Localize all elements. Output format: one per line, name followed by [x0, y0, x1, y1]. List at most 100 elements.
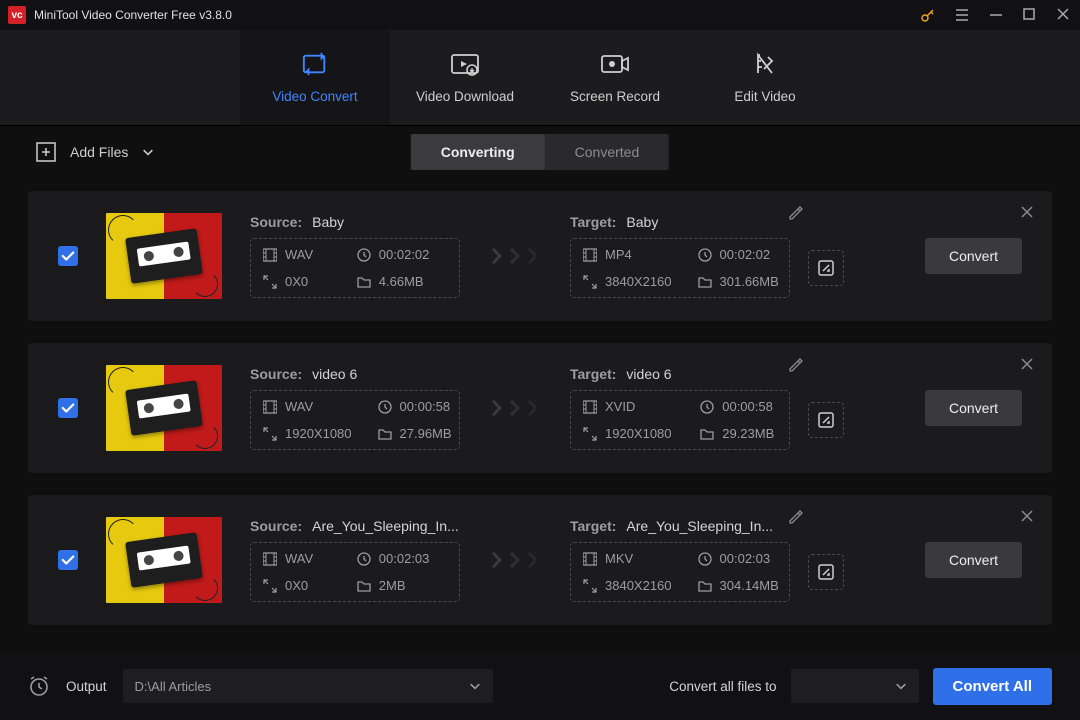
file-list: Source: Baby WAV 00:02:02 0X0 4.66MB Targ…	[0, 177, 1080, 627]
output-label: Output	[66, 679, 107, 694]
target-name: Baby	[626, 214, 658, 230]
nav-edit-video[interactable]: Edit Video	[690, 30, 840, 125]
target-label: Target:	[570, 366, 616, 382]
footer-bar: Output D:\All Articles Convert all files…	[0, 652, 1080, 720]
arrow-icon	[488, 247, 542, 265]
source-specs: WAV 00:02:03 0X0 2MB	[250, 542, 460, 602]
chevron-down-icon	[142, 144, 154, 160]
target-specs: MKV 00:02:03 3840X2160 304.14MB	[570, 542, 790, 602]
add-files-label: Add Files	[70, 144, 128, 160]
target-format: XVID	[583, 399, 674, 414]
item-checkbox[interactable]	[58, 246, 78, 266]
target-resolution: 3840X2160	[583, 274, 672, 289]
source-label: Source:	[250, 214, 302, 230]
convert-button[interactable]: Convert	[925, 238, 1022, 274]
source-format: WAV	[263, 247, 331, 262]
source-resolution: 0X0	[263, 274, 331, 289]
convert-all-button[interactable]: Convert All	[933, 668, 1052, 705]
nav-video-download[interactable]: Video Download	[390, 30, 540, 125]
add-file-icon	[36, 142, 56, 162]
target-resolution: 1920X1080	[583, 426, 674, 441]
item-checkbox[interactable]	[58, 550, 78, 570]
source-column: Source:Are_You_Sleeping_In... WAV 00:02:…	[250, 518, 460, 602]
arrow-icon	[488, 399, 542, 417]
target-column: Target: Baby MP4 00:02:02 3840X2160 301.6…	[570, 214, 844, 298]
edit-target-icon[interactable]	[788, 509, 804, 530]
add-files-button[interactable]: Add Files	[36, 142, 154, 162]
item-checkbox[interactable]	[58, 398, 78, 418]
target-format: MKV	[583, 551, 672, 566]
file-card: Source: Baby WAV 00:02:02 0X0 4.66MB Targ…	[28, 191, 1052, 321]
source-column: Source: Baby WAV 00:02:02 0X0 4.66MB	[250, 214, 460, 298]
source-resolution: 0X0	[263, 578, 331, 593]
maximize-icon[interactable]	[1022, 7, 1038, 23]
convert-button[interactable]: Convert	[925, 542, 1022, 578]
source-duration: 00:02:02	[357, 247, 447, 262]
tab-converting[interactable]: Converting	[411, 134, 545, 170]
target-settings-button[interactable]	[808, 554, 844, 590]
key-icon[interactable]	[920, 7, 936, 23]
nav-video-convert[interactable]: Video Convert	[240, 30, 390, 125]
edit-target-icon[interactable]	[788, 205, 804, 226]
target-name: Are_You_Sleeping_In...	[626, 518, 773, 534]
target-duration: 00:00:58	[700, 399, 777, 414]
nav-label: Video Download	[416, 89, 514, 104]
target-format-select[interactable]	[791, 669, 919, 703]
edit-target-icon[interactable]	[788, 357, 804, 378]
file-card: Source:video 6 WAV 00:00:58 1920X1080 27…	[28, 343, 1052, 473]
thumbnail	[106, 213, 222, 299]
target-size: 29.23MB	[700, 426, 777, 441]
target-column: Target: video 6 XVID 00:00:58 1920X1080 2…	[570, 366, 844, 450]
remove-item-icon[interactable]	[1020, 509, 1034, 528]
source-duration: 00:00:58	[378, 399, 452, 414]
convert-button[interactable]: Convert	[925, 390, 1022, 426]
remove-item-icon[interactable]	[1020, 205, 1034, 224]
source-resolution: 1920X1080	[263, 426, 352, 441]
status-tabs: Converting Converted	[411, 134, 669, 170]
source-name: Are_You_Sleeping_In...	[312, 518, 459, 534]
target-duration: 00:02:03	[698, 551, 779, 566]
target-settings-button[interactable]	[808, 250, 844, 286]
target-name: video 6	[626, 366, 671, 382]
main-nav: Video Convert Video Download Screen Reco…	[0, 30, 1080, 125]
target-specs: MP4 00:02:02 3840X2160 301.66MB	[570, 238, 790, 298]
app-title: MiniTool Video Converter Free v3.8.0	[34, 8, 232, 22]
hamburger-icon[interactable]	[954, 7, 970, 23]
edit-video-icon	[750, 51, 780, 77]
source-size: 2MB	[357, 578, 447, 593]
app-logo: vc	[8, 6, 26, 24]
minimize-icon[interactable]	[988, 7, 1004, 23]
target-duration: 00:02:02	[698, 247, 779, 262]
source-format: WAV	[263, 399, 352, 414]
record-icon	[600, 51, 630, 77]
source-name: Baby	[312, 214, 344, 230]
arrow-icon	[488, 551, 542, 569]
target-format: MP4	[583, 247, 672, 262]
tab-converted[interactable]: Converted	[545, 134, 670, 170]
nav-label: Video Convert	[272, 89, 357, 104]
nav-screen-record[interactable]: Screen Record	[540, 30, 690, 125]
title-bar: vc MiniTool Video Converter Free v3.8.0	[0, 0, 1080, 30]
nav-label: Edit Video	[734, 89, 795, 104]
target-label: Target:	[570, 214, 616, 230]
output-path-select[interactable]: D:\All Articles	[123, 669, 493, 703]
nav-label: Screen Record	[570, 89, 660, 104]
source-specs: WAV 00:00:58 1920X1080 27.96MB	[250, 390, 460, 450]
download-icon	[450, 51, 480, 77]
thumbnail	[106, 517, 222, 603]
thumbnail	[106, 365, 222, 451]
target-specs: XVID 00:00:58 1920X1080 29.23MB	[570, 390, 790, 450]
source-format: WAV	[263, 551, 331, 566]
remove-item-icon[interactable]	[1020, 357, 1034, 376]
convert-all-to-label: Convert all files to	[669, 679, 776, 694]
chevron-down-icon	[895, 679, 907, 694]
close-icon[interactable]	[1056, 7, 1072, 23]
chevron-down-icon	[469, 679, 481, 694]
target-label: Target:	[570, 518, 616, 534]
convert-icon	[300, 51, 330, 77]
schedule-icon[interactable]	[28, 675, 50, 697]
source-size: 4.66MB	[357, 274, 447, 289]
source-size: 27.96MB	[378, 426, 452, 441]
source-name: video 6	[312, 366, 357, 382]
target-settings-button[interactable]	[808, 402, 844, 438]
